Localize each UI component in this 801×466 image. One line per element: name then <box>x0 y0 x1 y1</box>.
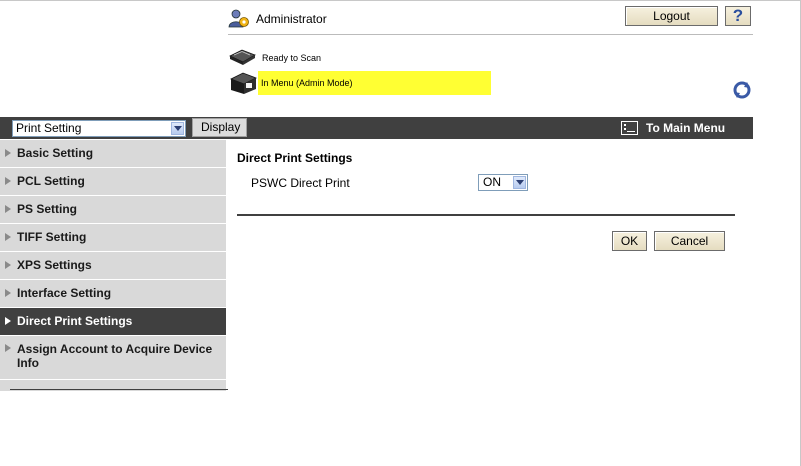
sidebar-item-label: TIFF Setting <box>17 230 87 244</box>
sidebar-item-label: Interface Setting <box>17 286 112 300</box>
cancel-button[interactable]: Cancel <box>654 231 725 251</box>
to-main-menu-label: To Main Menu <box>646 121 726 135</box>
sidebar-item-basic-setting[interactable]: Basic Setting <box>0 140 226 168</box>
ok-button[interactable]: OK <box>612 231 647 251</box>
logout-button[interactable]: Logout <box>625 6 718 26</box>
pswc-direct-print-select[interactable]: ON <box>478 174 528 191</box>
sidebar-item-label: PS Setting <box>17 202 78 216</box>
sidebar: Basic Setting PCL Setting PS Setting TIF… <box>0 140 226 391</box>
sidebar-item-interface-setting[interactable]: Interface Setting <box>0 280 226 308</box>
administrator-icon <box>228 8 250 31</box>
triangle-right-icon <box>5 205 11 213</box>
sidebar-item-pcl-setting[interactable]: PCL Setting <box>0 168 226 196</box>
sidebar-item-label: Basic Setting <box>17 146 94 160</box>
page-title: Direct Print Settings <box>237 151 353 165</box>
user-info: Administrator <box>228 8 327 30</box>
scan-status-text: Ready to Scan <box>262 53 322 63</box>
sidebar-item-xps-settings[interactable]: XPS Settings <box>0 252 226 280</box>
sidebar-divider <box>10 389 228 390</box>
refresh-icon[interactable] <box>733 81 751 99</box>
triangle-right-icon <box>5 261 11 269</box>
frame-top-border <box>0 0 801 1</box>
sidebar-item-label: XPS Settings <box>17 258 92 272</box>
sidebar-item-label: PCL Setting <box>17 174 85 188</box>
sidebar-item-label: Assign Account to Acquire Device Info <box>17 342 213 370</box>
scan-status: Ready to Scan <box>228 48 321 68</box>
triangle-right-icon <box>5 317 11 325</box>
chevron-down-icon[interactable] <box>513 176 526 189</box>
mode-status: In Menu (Admin Mode) <box>228 71 491 95</box>
to-main-menu-link[interactable]: To Main Menu <box>621 118 725 138</box>
triangle-right-icon <box>5 149 11 157</box>
sidebar-item-assign-account[interactable]: Assign Account to Acquire Device Info <box>0 336 226 380</box>
category-select[interactable]: Print Setting <box>12 120 186 137</box>
sidebar-item-direct-print-settings[interactable]: Direct Print Settings <box>0 308 226 336</box>
display-button[interactable]: Display <box>192 118 247 137</box>
triangle-right-icon <box>5 344 11 352</box>
printer-icon <box>228 70 258 97</box>
pswc-direct-print-value: ON <box>483 175 501 189</box>
help-button[interactable]: ? <box>725 6 751 26</box>
chevron-down-icon[interactable] <box>171 122 184 135</box>
pswc-direct-print-label: PSWC Direct Print <box>251 176 350 190</box>
mode-status-text: In Menu (Admin Mode) <box>258 71 491 95</box>
triangle-right-icon <box>5 233 11 241</box>
sidebar-item-tiff-setting[interactable]: TIFF Setting <box>0 224 226 252</box>
triangle-right-icon <box>5 177 11 185</box>
content-divider <box>237 214 735 216</box>
triangle-right-icon <box>5 289 11 297</box>
main-menu-icon <box>621 121 638 135</box>
user-label: Administrator <box>256 12 327 26</box>
header-divider <box>228 34 753 35</box>
category-select-value: Print Setting <box>16 121 82 135</box>
sidebar-item-label: Direct Print Settings <box>17 314 133 328</box>
sidebar-item-ps-setting[interactable]: PS Setting <box>0 196 226 224</box>
scanner-icon <box>228 48 256 69</box>
